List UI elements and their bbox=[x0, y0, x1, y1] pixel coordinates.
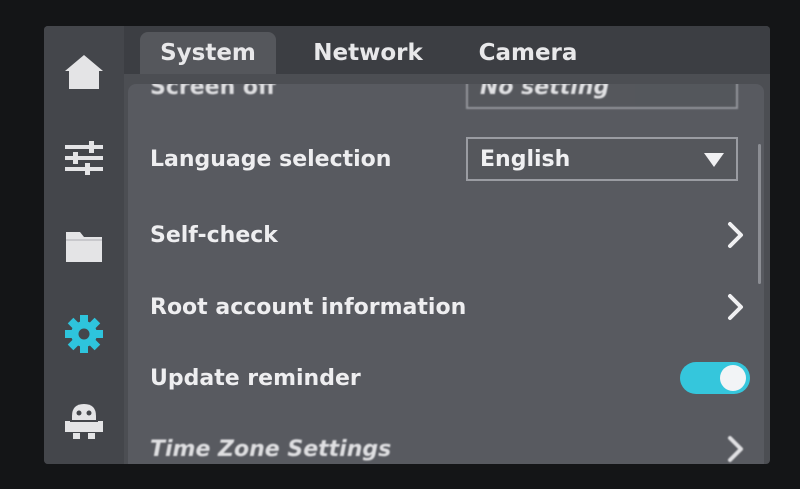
chevron-right-icon bbox=[728, 294, 743, 320]
sidebar bbox=[44, 26, 124, 464]
triangle-down-icon bbox=[704, 153, 724, 167]
setting-row-screen-off[interactable]: Screen off No setting bbox=[128, 84, 764, 118]
tab-label: Network bbox=[313, 40, 423, 66]
gear-icon bbox=[65, 315, 103, 353]
setting-label: Root account information bbox=[150, 294, 467, 320]
settings-panel: Screen off No setting Language selection… bbox=[128, 84, 764, 464]
sidebar-item-files[interactable] bbox=[52, 214, 116, 278]
sidebar-item-home[interactable] bbox=[52, 40, 116, 104]
setting-label: Update reminder bbox=[150, 365, 361, 391]
toggle-knob bbox=[720, 365, 746, 391]
tab-bar: System Network Camera bbox=[124, 26, 770, 74]
device-bezel: System Network Camera Screen off No sett… bbox=[0, 0, 800, 489]
folder-icon bbox=[66, 232, 102, 262]
scrollbar[interactable] bbox=[758, 144, 761, 284]
setting-label: Language selection bbox=[150, 146, 392, 172]
tab-system[interactable]: System bbox=[140, 32, 276, 74]
setting-row-root-account[interactable]: Root account information bbox=[128, 276, 764, 338]
setting-row-self-check[interactable]: Self-check bbox=[128, 204, 764, 266]
tab-network[interactable]: Network bbox=[294, 32, 442, 74]
setting-label: Self-check bbox=[150, 222, 278, 248]
chevron-right-icon bbox=[728, 222, 743, 248]
tab-label: Camera bbox=[478, 40, 578, 66]
tab-camera[interactable]: Camera bbox=[454, 32, 602, 74]
touch-screen: System Network Camera Screen off No sett… bbox=[44, 26, 770, 464]
language-select[interactable]: English bbox=[466, 137, 738, 181]
sidebar-item-robot[interactable] bbox=[52, 388, 116, 452]
select-value: English bbox=[480, 146, 571, 172]
tab-label: System bbox=[160, 40, 256, 66]
setting-label: Time Zone Settings bbox=[150, 436, 392, 462]
setting-row-time-zone[interactable]: Time Zone Settings bbox=[128, 418, 764, 464]
setting-label: Screen off bbox=[150, 84, 276, 100]
update-reminder-toggle[interactable] bbox=[680, 362, 750, 394]
setting-row-update-reminder: Update reminder bbox=[128, 347, 764, 409]
sidebar-item-system-settings[interactable] bbox=[52, 302, 116, 366]
chevron-right-icon bbox=[728, 436, 743, 462]
robot-icon bbox=[65, 404, 103, 439]
sidebar-item-settings-adjust[interactable] bbox=[52, 126, 116, 190]
screen-off-select[interactable]: No setting bbox=[466, 84, 738, 109]
sliders-icon bbox=[65, 141, 103, 175]
select-value: No setting bbox=[480, 84, 610, 100]
setting-row-language: Language selection English bbox=[128, 128, 764, 190]
home-icon bbox=[65, 55, 103, 89]
